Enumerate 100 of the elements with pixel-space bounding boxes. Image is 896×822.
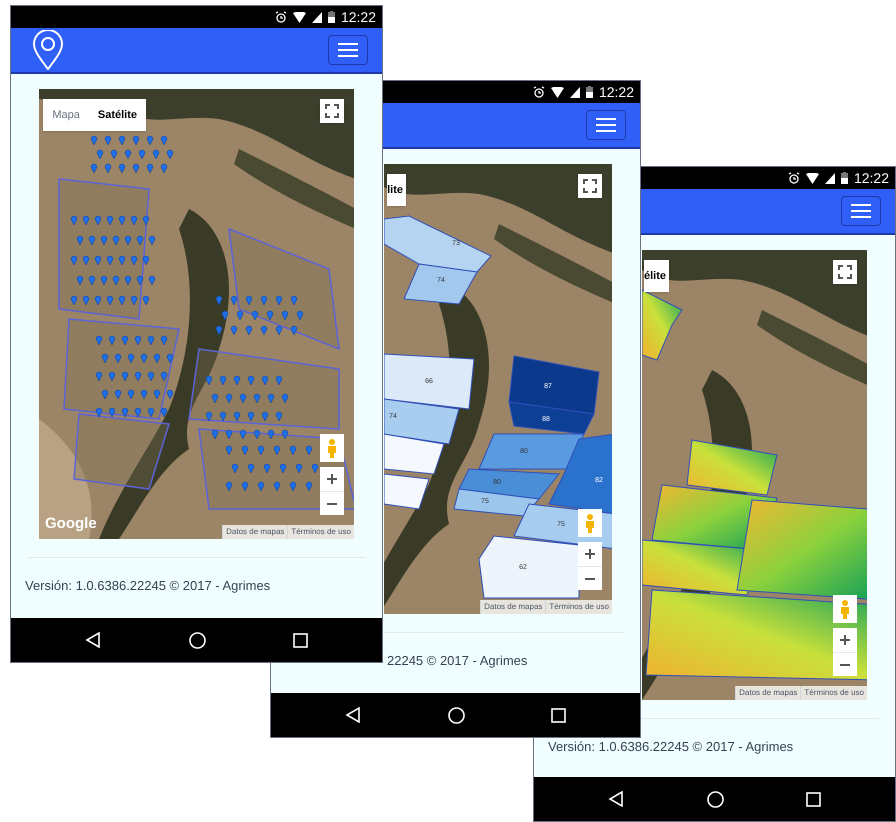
map-pin-icon bbox=[96, 336, 102, 346]
map-pin-icon bbox=[94, 216, 102, 226]
map-pin-icon bbox=[240, 394, 246, 404]
field-polygon[interactable] bbox=[384, 398, 460, 445]
person-icon bbox=[840, 599, 850, 619]
satellite-map[interactable]: Mapa Satélite Google Datos de mapas Términos de uso bbox=[39, 89, 354, 539]
map-pin-icon bbox=[152, 150, 160, 160]
map-type-tab[interactable]: lite bbox=[387, 174, 406, 206]
map-pin-icon bbox=[118, 216, 126, 226]
map-pin-icon bbox=[100, 276, 108, 286]
version-text: Versión: 1.0.6386.22245 © 2017 - Agrimes bbox=[548, 738, 794, 756]
map-pin-icon bbox=[106, 296, 114, 306]
fullscreen-button[interactable] bbox=[833, 260, 857, 284]
map-pin-icon bbox=[122, 372, 128, 382]
map-pin-icon bbox=[104, 136, 112, 146]
field-polygon[interactable] bbox=[453, 488, 540, 517]
map-pin-icon bbox=[82, 256, 90, 266]
alarm-icon bbox=[532, 86, 545, 98]
attribution-link[interactable]: Términos de uso bbox=[545, 600, 612, 614]
map-pin-icon bbox=[70, 256, 78, 266]
map-pin-icon bbox=[234, 376, 240, 386]
map-pin-icon bbox=[282, 430, 288, 440]
map-pin-icon bbox=[70, 296, 78, 306]
map-pin-icon bbox=[226, 430, 232, 440]
map-pin-icon bbox=[108, 408, 116, 418]
map-pin-icon bbox=[114, 354, 122, 364]
fullscreen-button[interactable] bbox=[578, 174, 602, 198]
field-polygon[interactable] bbox=[384, 353, 475, 410]
map-pin-icon bbox=[88, 276, 96, 286]
map-pin-icon bbox=[102, 354, 108, 364]
map-pin-icon bbox=[230, 296, 238, 306]
field-polygon[interactable] bbox=[384, 215, 492, 273]
map-pin-icon bbox=[114, 390, 122, 400]
map-pin-icon bbox=[118, 164, 126, 174]
map-pin-icon bbox=[104, 164, 112, 174]
map-pin-icon bbox=[148, 372, 154, 382]
map-type-tab[interactable]: Satélite bbox=[88, 99, 146, 131]
map-pin-icon bbox=[142, 216, 150, 226]
map-pin-icon bbox=[212, 394, 218, 404]
map-pin-icon bbox=[280, 464, 286, 474]
map-pin-icon bbox=[96, 150, 104, 160]
map-type-tab[interactable]: élite bbox=[644, 260, 669, 292]
map-pin-icon bbox=[146, 164, 154, 174]
menu-button[interactable] bbox=[841, 196, 881, 226]
map-pin-icon bbox=[258, 482, 264, 492]
map-pin-icon bbox=[290, 482, 296, 492]
map-pin-icon bbox=[268, 430, 274, 440]
map-pin-icon bbox=[276, 326, 282, 336]
wifi-icon bbox=[806, 172, 819, 184]
map-pin-icon bbox=[130, 216, 138, 226]
home-icon bbox=[706, 790, 724, 808]
version-text: 22245 © 2017 - Agrimes bbox=[387, 652, 528, 670]
field-polygon[interactable] bbox=[508, 401, 595, 435]
map-pin-icon bbox=[226, 446, 232, 456]
field-polygon[interactable] bbox=[478, 434, 585, 470]
map-pin-icon bbox=[160, 164, 168, 174]
map-pin-icon bbox=[118, 256, 126, 266]
attribution-link[interactable]: Datos de mapas bbox=[735, 686, 800, 700]
map-type-tab[interactable]: Mapa bbox=[43, 99, 89, 131]
map-pin-icon bbox=[134, 336, 142, 346]
recent-apps-icon bbox=[551, 708, 566, 722]
map-pin-icon bbox=[248, 412, 254, 422]
field-polygon[interactable] bbox=[403, 263, 478, 305]
menu-button[interactable] bbox=[328, 35, 368, 65]
map-pin-icon bbox=[96, 372, 102, 382]
map-pin-icon bbox=[102, 390, 108, 400]
menu-icon bbox=[596, 118, 616, 132]
fullscreen-button[interactable] bbox=[320, 99, 344, 123]
field-polygon[interactable] bbox=[508, 355, 600, 415]
version-text: Versión: 1.0.6386.22245 © 2017 - Agrimes bbox=[25, 577, 272, 595]
map-pin-icon bbox=[142, 296, 150, 306]
attribution-link[interactable]: Términos de uso bbox=[287, 525, 354, 539]
satellite-map[interactable]: élite Datos de mapas Términos de uso bbox=[642, 250, 867, 700]
map-pin-icon bbox=[146, 136, 154, 146]
menu-button[interactable] bbox=[586, 110, 626, 140]
map-pin-icon bbox=[216, 326, 222, 336]
map-pin-icon bbox=[112, 236, 120, 246]
map-pin-icon bbox=[242, 482, 248, 492]
map-pin-icon bbox=[254, 430, 260, 440]
map-pin-icon bbox=[260, 326, 268, 336]
map-pin-icon bbox=[154, 390, 160, 400]
field-polygon[interactable] bbox=[478, 535, 580, 598]
field-polygon[interactable] bbox=[458, 468, 560, 500]
map-pin-icon bbox=[148, 236, 156, 246]
attribution-link[interactable]: Datos de mapas bbox=[480, 600, 546, 614]
map-pin-icon bbox=[124, 150, 132, 160]
wifi-icon bbox=[292, 12, 306, 22]
map-logo: Google bbox=[45, 514, 97, 534]
map-pin-icon bbox=[122, 408, 128, 418]
attribution-link[interactable]: Términos de uso bbox=[800, 686, 867, 700]
field-polygon[interactable] bbox=[548, 433, 612, 515]
map-pin-icon bbox=[90, 136, 98, 146]
map-pin-icon bbox=[122, 336, 128, 346]
attribution-link[interactable]: Datos de mapas bbox=[222, 525, 288, 539]
map-pin-icon bbox=[166, 354, 174, 364]
map-pin-icon bbox=[226, 394, 232, 404]
map-pin-icon bbox=[94, 256, 102, 266]
map-pin-icon bbox=[206, 376, 212, 386]
map-pin-icon bbox=[148, 276, 156, 286]
clock-time: 12:22 bbox=[854, 168, 889, 188]
